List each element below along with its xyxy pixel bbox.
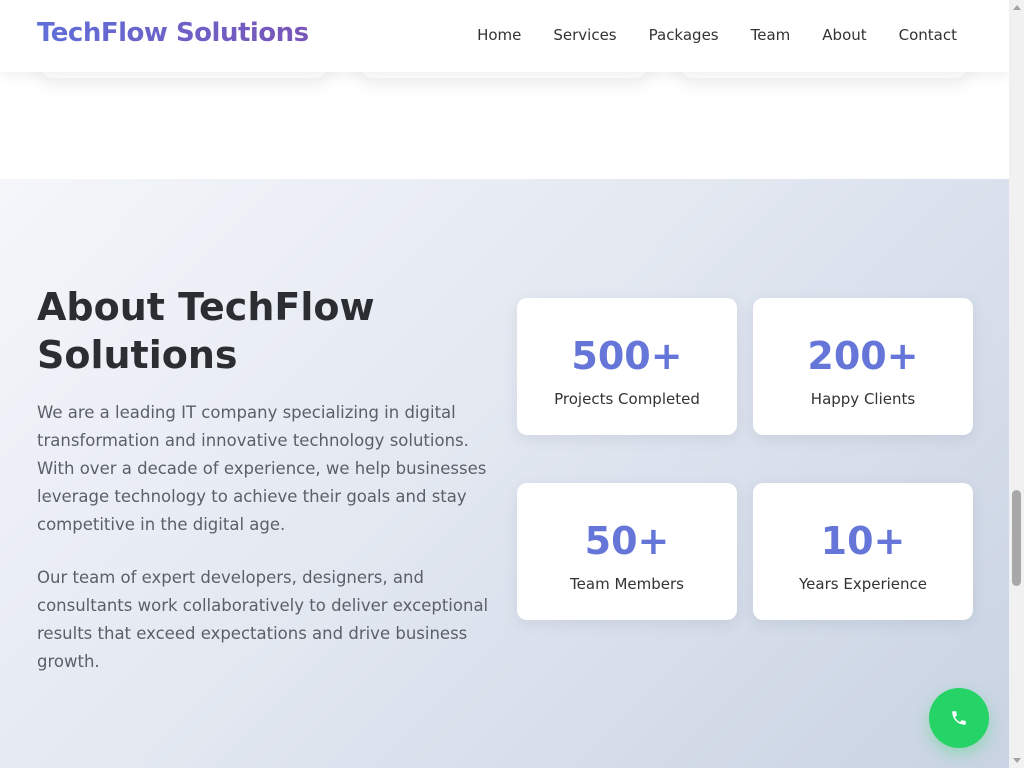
phone-icon [952,711,966,725]
stat-label: Projects Completed [554,390,700,408]
scroll-up-arrow-icon[interactable] [1013,5,1021,10]
about-paragraph: Our team of expert developers, designers… [37,568,489,671]
main-nav: Home Services Packages Team About Contac… [477,26,957,44]
brand-logo[interactable]: TechFlow Solutions [37,18,309,48]
nav-home[interactable]: Home [477,26,521,44]
stat-card-projects: 500+ Projects Completed [517,298,737,435]
stat-value: 50+ [584,519,670,563]
nav-team[interactable]: Team [751,26,791,44]
stat-label: Happy Clients [810,390,916,408]
stat-label: Years Experience [799,575,927,593]
stat-card-experience: 10+ Years Experience [753,483,973,620]
call-button[interactable] [929,688,989,748]
nav-packages[interactable]: Packages [649,26,719,44]
scrollbar-thumb[interactable] [1012,490,1021,586]
page: TechFlow Solutions Home Services Package… [0,0,1009,768]
stat-label: Team Members [570,575,684,593]
scroll-down-arrow-icon[interactable] [1013,758,1021,763]
about-title: About TechFlow Solutions [37,285,375,377]
about-section: About TechFlow Solutions We are a leadin… [0,179,1009,768]
stat-card-clients: 200+ Happy Clients [753,298,973,435]
nav-contact[interactable]: Contact [899,26,957,44]
site-header: TechFlow Solutions Home Services Package… [0,0,1009,72]
nav-about[interactable]: About [822,26,866,44]
stat-card-team: 50+ Team Members [517,483,737,620]
stat-value: 500+ [571,334,683,378]
vertical-scrollbar[interactable] [1009,0,1024,768]
nav-services[interactable]: Services [553,26,616,44]
about-paragraph: We are a leading IT company specializing… [37,403,487,534]
stat-value: 200+ [807,334,919,378]
previous-section [0,32,1009,179]
stat-value: 10+ [820,519,906,563]
